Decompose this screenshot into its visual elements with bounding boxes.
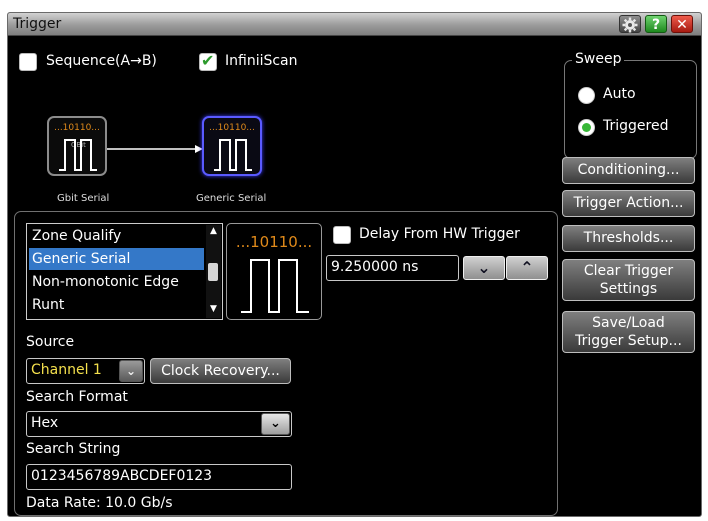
search-format-select[interactable]: Hex	[26, 411, 292, 437]
gbit-bits-text: ...10110...	[54, 123, 100, 133]
sequence-checkbox[interactable]	[19, 53, 37, 71]
sweep-group	[564, 60, 697, 159]
generic-waveform-icon	[214, 139, 252, 171]
infiniiscan-checkbox[interactable]: ✔	[199, 51, 217, 71]
gbit-serial-caption: Gbit Serial	[57, 193, 110, 204]
save-load-trigger-setup-button[interactable]: Save/Load Trigger Setup...	[562, 311, 695, 353]
clear-line-2: Settings	[599, 281, 658, 297]
search-format-label: Search Format	[26, 389, 128, 405]
scroll-thumb[interactable]	[208, 263, 218, 281]
generic-serial-caption: Generic Serial	[196, 193, 267, 204]
signal-preview: ...10110...	[226, 223, 322, 320]
trigger-type-list[interactable]: Zone Qualify Generic Serial Non-monotoni…	[26, 223, 223, 320]
sequence-label: Sequence(A→B)	[46, 53, 157, 69]
infiniiscan-label: InfiniiScan	[225, 53, 298, 69]
search-string-field[interactable]: 0123456789ABCDEF0123	[26, 464, 292, 490]
conditioning-button[interactable]: Conditioning...	[562, 157, 695, 184]
sweep-triggered-radio[interactable]	[578, 119, 595, 136]
chevron-up-icon[interactable]: ⌃	[506, 256, 548, 280]
source-dropdown-icon[interactable]: ⌄	[119, 360, 143, 382]
list-item[interactable]: Zone Qualify	[29, 225, 204, 247]
delay-value-field[interactable]: 9.250000 ns	[326, 255, 459, 281]
delay-checkbox[interactable]	[333, 226, 351, 244]
preview-bits-text: ...10110...	[235, 233, 313, 251]
scroll-down-icon[interactable]: ▼	[206, 304, 221, 314]
close-icon[interactable]: ✕	[671, 15, 693, 33]
chevron-down-icon[interactable]: ⌄	[463, 256, 505, 280]
title-bar: Trigger ? ✕	[8, 13, 701, 36]
trigger-dialog: Trigger ? ✕ Sequence(A→B) ✔ InfiniiScan …	[7, 12, 702, 517]
clock-recovery-button[interactable]: Clock Recovery...	[150, 358, 291, 384]
delay-label: Delay From HW Trigger	[359, 226, 520, 242]
preview-waveform-icon	[241, 259, 309, 313]
search-string-label: Search String	[26, 441, 121, 457]
save-line-1: Save/Load	[592, 315, 665, 331]
list-item-selected[interactable]: Generic Serial	[29, 248, 204, 270]
list-scrollbar[interactable]: ▲ ▼	[206, 225, 221, 318]
clear-line-1: Clear Trigger	[583, 263, 674, 279]
help-icon[interactable]: ?	[645, 15, 667, 33]
gbit-serial-node[interactable]: ...10110... GBit	[47, 116, 107, 176]
save-line-2: Trigger Setup...	[575, 333, 682, 349]
check-icon: ✔	[201, 51, 215, 70]
generic-bits-text: ...10110...	[209, 123, 255, 133]
source-label: Source	[26, 334, 75, 350]
sweep-title: Sweep	[572, 51, 625, 67]
chain-arrow-icon	[107, 145, 203, 153]
window-title: Trigger	[13, 16, 62, 32]
data-rate-text: Data Rate: 10.0 Gb/s	[26, 495, 173, 511]
clear-trigger-settings-button[interactable]: Clear Trigger Settings	[562, 259, 695, 301]
gear-icon[interactable]	[619, 15, 641, 33]
generic-serial-node[interactable]: ...10110...	[202, 116, 262, 176]
format-dropdown-icon[interactable]: ⌄	[261, 413, 290, 435]
thresholds-button[interactable]: Thresholds...	[562, 225, 695, 252]
sweep-auto-label: Auto	[603, 86, 636, 102]
scroll-up-icon[interactable]: ▲	[206, 226, 221, 236]
gbit-waveform-icon	[59, 139, 97, 171]
trigger-action-button[interactable]: Trigger Action...	[562, 190, 695, 217]
list-item[interactable]: Non-monotonic Edge	[29, 271, 204, 293]
sweep-auto-radio[interactable]	[578, 87, 595, 104]
sweep-triggered-label: Triggered	[603, 118, 669, 134]
list-item[interactable]: Runt	[29, 294, 204, 316]
